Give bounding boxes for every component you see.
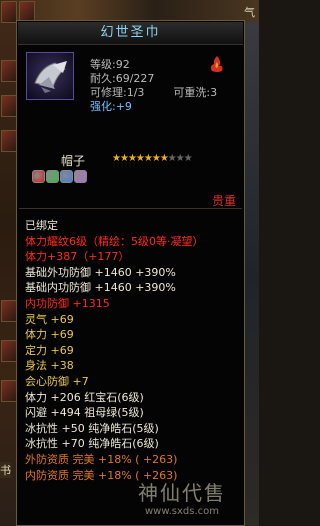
property-line: 冰抗性 +70 纯净皓石(6级) [25,437,159,451]
purple-gem-icon [74,170,87,183]
property-line: 定力 +69 [25,343,74,357]
property-line: 外防资质 完美 +18% ( +263) [25,452,178,466]
red-gem-icon [32,170,45,183]
property-line: 已绑定 [25,219,58,232]
skill-slot[interactable] [1,130,17,152]
star-filled-icon: ★ [135,153,145,164]
item-icon [26,52,74,100]
property-line: 基础外功防御 +1460 +390% [25,265,176,279]
item-tooltip: 幻世圣巾 等级:92 耐久:69/227 可修理:1/3 可重洗:3 强化:+9… [16,20,245,526]
star-empty-icon: ★ [175,153,185,164]
green-gem-icon [46,170,59,183]
level-label: 等级: [90,58,116,71]
property-line: 体力+387（+177） [25,250,130,264]
side-tag: 书 [0,462,11,478]
refine-value: +9 [115,100,132,113]
durability-label: 耐久: [90,72,116,85]
property-line: 体力 +69 [25,328,74,342]
gem-sockets [32,170,88,186]
skill-slot[interactable] [1,95,17,117]
flame-emblem-icon [210,56,223,72]
property-line: 会心防御 +7 [25,374,89,388]
star-filled-icon: ★ [159,153,169,164]
property-line: 身法 +38 [25,359,74,373]
star-filled-icon: ★ [143,153,153,164]
item-type: 帽子 [61,154,86,168]
star-filled-icon: ★ [119,153,129,164]
rewash-value: 3 [210,86,218,99]
repairable-label: 可修理: [90,86,127,99]
level-value: 92 [115,58,130,71]
skill-slot[interactable] [1,380,17,402]
property-line: 闪避 +494 祖母绿(5级) [25,406,144,420]
property-line: 冰抗性 +50 纯净皓石(5级) [25,421,159,435]
top-right-tag: 气 [244,6,255,19]
star-filled-icon: ★ [127,153,137,164]
rewash-label: 可重洗: [173,86,211,99]
skill-slot[interactable] [1,340,17,362]
item-name: 幻世圣巾 [18,22,243,45]
star-empty-icon: ★ [183,153,193,164]
star-filled-icon: ★ [112,153,121,164]
headband-icon [34,61,67,93]
property-line: 体力 +206 红宝石(6级) [25,390,144,404]
game-right-bar [245,22,259,526]
game-top-bar [0,0,259,22]
repairable-value: 1/3 [126,86,145,99]
rarity-label: 贵重 [211,194,236,208]
property-line: 基础内功防御 +1460 +390% [25,281,176,295]
property-line: 灵气 +69 [25,312,74,326]
watermark: 神仙代售 www.sxds.com [122,477,242,517]
property-line: 体力耀纹6级（精绘：5级0等·凝望） [25,234,204,248]
blue-gem-icon [60,170,73,183]
star-filled-icon: ★ [151,153,161,164]
skill-slot[interactable] [1,300,17,322]
durability-value: 69/227 [115,72,155,85]
property-line: 内功防御 +1315 [25,296,110,310]
watermark-main: 神仙代售 [138,481,226,505]
refine-label: 强化: [90,100,116,113]
star-empty-icon: ★ [167,153,177,164]
item-properties: 已绑定体力耀纹6级（精绘：5级0等·凝望） 体力+387（+177） 基础外功防御 … [25,218,245,483]
watermark-url: www.sxds.com [144,506,220,517]
divider [19,208,242,209]
skill-slot[interactable] [1,1,17,23]
skill-slot[interactable] [1,60,17,82]
star-rating: ★★★★★★★★★★ [112,153,193,164]
